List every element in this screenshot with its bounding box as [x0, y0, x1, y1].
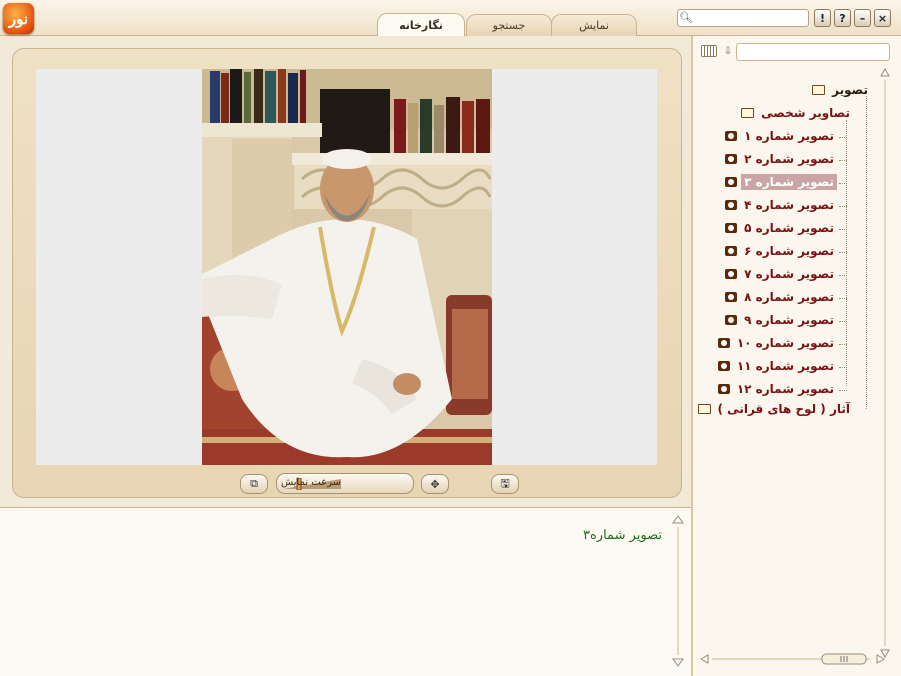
app-logo[interactable]: نور [3, 3, 34, 34]
tree-image-item[interactable]: تصویر شماره ۱۰ [717, 335, 837, 351]
tree-line [839, 160, 847, 161]
folder-open-icon [812, 85, 826, 95]
camera-icon [725, 246, 738, 256]
tree-image-item[interactable]: تصویر شماره ۱۲ [717, 381, 837, 397]
top-search-box[interactable]: 🔍︎ [677, 9, 809, 27]
tree-line [839, 206, 847, 207]
tree-group-label: آثار ( لوح های قرانی ) [717, 402, 850, 416]
tree-line [839, 390, 847, 391]
tab-display[interactable]: نمایش [551, 14, 637, 36]
tab-label: نگارخانه [399, 18, 443, 32]
camera-icon [725, 315, 738, 325]
search-icon[interactable]: 🔍︎ [679, 11, 693, 25]
tree-item-label: تصویر شماره ۶ [744, 244, 834, 258]
tree-item-label: تصویر شماره ۴ [744, 198, 834, 212]
close-button[interactable]: × [874, 9, 891, 27]
tree-image-item[interactable]: تصویر شماره ۳ [725, 174, 837, 190]
help-button[interactable]: ? [834, 9, 851, 27]
tree-item-label: تصویر شماره ۱۱ [736, 359, 834, 373]
tree-group-label: تصاویر شخصی [761, 106, 850, 120]
tree-line [839, 367, 847, 368]
floppy-disk-icon: 🖫︎ [500, 476, 510, 490]
caption-scrollbar[interactable] [672, 515, 684, 667]
camera-icon [717, 338, 730, 348]
speed-label: سرعت نمایش [280, 477, 341, 488]
camera-icon [725, 200, 738, 210]
minimize-button[interactable]: – [854, 9, 871, 27]
tree-vertical-scrollbar[interactable] [880, 68, 890, 658]
move-arrows-icon: ✥ [430, 477, 440, 491]
tree-image-item[interactable]: تصویر شماره ۵ [725, 220, 837, 236]
tree-image-item[interactable]: تصویر شماره ۶ [725, 243, 837, 259]
info-icon: ! [819, 11, 826, 25]
slideshow-speed-control[interactable]: سرعت نمایش [276, 473, 414, 494]
tree-image-item[interactable]: تصویر شماره ۱۱ [717, 358, 837, 374]
camera-icon [725, 131, 738, 141]
tree-root-label: تصویر [832, 83, 868, 97]
close-icon: × [877, 11, 888, 25]
keyboard-icon[interactable] [701, 45, 717, 57]
tree-line [839, 344, 847, 345]
gallery-view-button[interactable]: ⧉ [240, 474, 268, 494]
tree-search-input[interactable] [736, 43, 890, 61]
tree-item-label: تصویر شماره ۵ [744, 221, 834, 235]
tree-image-item[interactable]: تصویر شماره ۹ [725, 312, 837, 328]
save-button[interactable]: 🖫︎ [491, 474, 519, 494]
tree-image-item[interactable]: تصویر شماره ۲ [725, 151, 837, 167]
tab-label: جستجو [492, 19, 526, 32]
camera-icon [725, 223, 738, 233]
tree-line [839, 298, 847, 299]
camera-icon [725, 292, 738, 302]
minimize-icon: – [859, 11, 866, 25]
copy-icon: ⧉ [250, 477, 258, 490]
tab-label: نمایش [579, 19, 609, 32]
caption-panel: تصویر شماره۳ [0, 508, 692, 676]
tab-search[interactable]: جستجو [466, 14, 552, 36]
tree-image-item[interactable]: تصویر شماره ۱ [725, 128, 837, 144]
tree-group-works[interactable]: آثار ( لوح های قرانی ) [697, 401, 853, 417]
fit-screen-button[interactable]: ✥ [421, 474, 449, 494]
photo-image[interactable] [202, 69, 492, 465]
tree-item-label: تصویر شماره ۲ [744, 152, 834, 166]
logo-text: نور [8, 9, 29, 28]
tree-line [839, 252, 847, 253]
tree-group-personal[interactable]: تصاویر شخصی [741, 105, 853, 121]
tree-item-label: تصویر شماره ۱۰ [736, 336, 834, 350]
tree-item-label: تصویر شماره ۸ [744, 290, 834, 304]
tree-image-item[interactable]: تصویر شماره ۴ [725, 197, 837, 213]
camera-icon [717, 384, 730, 394]
arrow-down-icon[interactable]: ⇩ [721, 43, 735, 60]
tree-image-item[interactable]: تصویر شماره ۷ [725, 266, 837, 282]
info-button[interactable]: ! [814, 9, 831, 27]
tree-line [839, 183, 847, 184]
tree-item-label: تصویر شماره ۳ [741, 174, 837, 190]
tree-item-label: تصویر شماره ۷ [744, 267, 834, 281]
tree-line [839, 321, 847, 322]
tree-item-label: تصویر شماره ۱ [744, 129, 834, 143]
tree-horizontal-scrollbar[interactable] [700, 651, 885, 667]
folder-icon [697, 404, 711, 414]
tree-line [839, 137, 847, 138]
tree-item-label: تصویر شماره ۹ [744, 313, 834, 327]
top-search-input[interactable] [694, 10, 807, 26]
tree-image-item[interactable]: تصویر شماره ۸ [725, 289, 837, 305]
tree-line [839, 275, 847, 276]
tree-line [839, 229, 847, 230]
tree-item-label: تصویر شماره ۱۲ [736, 382, 834, 396]
camera-icon [717, 361, 730, 371]
tree-root-images[interactable]: تصویر [812, 82, 871, 98]
help-icon: ? [839, 11, 846, 25]
folder-open-icon [741, 108, 755, 118]
tab-gallery[interactable]: نگارخانه [377, 13, 465, 36]
camera-icon [725, 269, 738, 279]
camera-icon [725, 154, 738, 164]
camera-icon [725, 177, 738, 187]
tree-line [866, 96, 867, 409]
image-caption: تصویر شماره۳ [583, 528, 662, 543]
